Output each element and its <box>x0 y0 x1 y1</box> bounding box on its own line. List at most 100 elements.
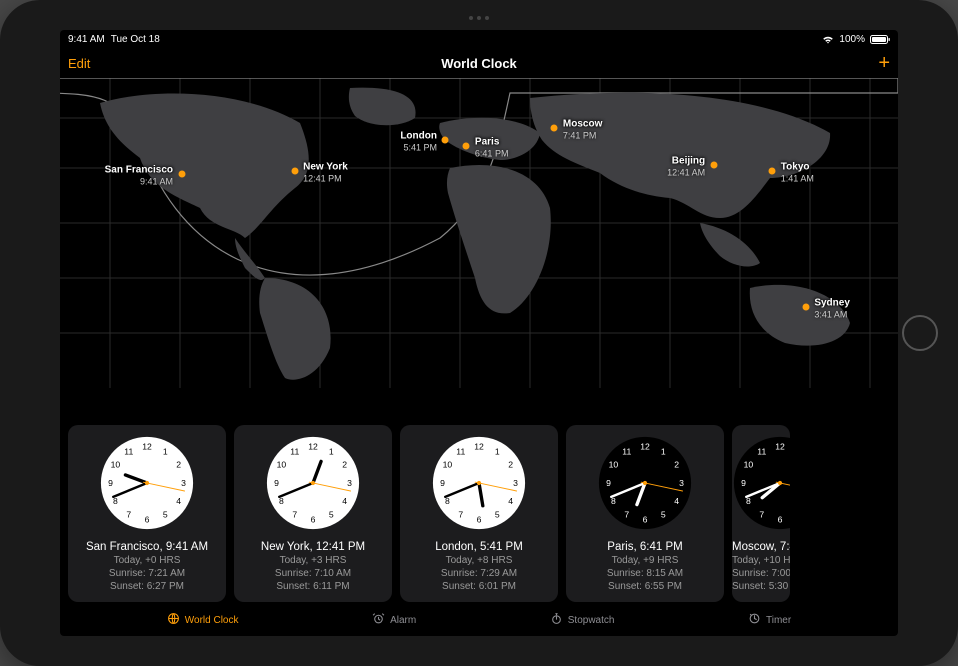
clock-card[interactable]: 123456789101112New York, 12:41 PMToday, … <box>234 425 392 602</box>
clock-sunrise: Sunrise: 7:10 AM <box>275 568 351 579</box>
clock-city-time: New York, 12:41 PM <box>261 541 365 553</box>
pin-city-label: San Francisco <box>105 165 173 176</box>
map-pin-tokyo[interactable]: Tokyo1:41 AM <box>769 168 776 175</box>
pin-city-label: Moscow <box>563 118 602 129</box>
svg-text:2: 2 <box>508 460 513 470</box>
svg-text:9: 9 <box>440 478 445 488</box>
svg-text:5: 5 <box>495 509 500 519</box>
svg-text:7: 7 <box>126 509 131 519</box>
svg-text:1: 1 <box>661 446 666 456</box>
alarm-icon <box>372 612 385 628</box>
svg-text:7: 7 <box>759 509 764 519</box>
pin-dot-icon <box>178 171 185 178</box>
map-pin-paris[interactable]: Paris6:41 PM <box>463 143 470 150</box>
pin-dot-icon <box>710 161 717 168</box>
clock-sunset: Sunset: 6:11 PM <box>276 581 349 592</box>
svg-text:10: 10 <box>111 460 121 470</box>
tab-label: World Clock <box>185 615 239 626</box>
analog-clock-face: 123456789101112 <box>732 435 790 531</box>
analog-clock-face: 123456789101112 <box>99 435 195 531</box>
pin-time-label: 1:41 AM <box>781 174 814 184</box>
tab-stopwatch[interactable]: Stopwatch <box>550 612 615 628</box>
svg-text:3: 3 <box>181 478 186 488</box>
pin-dot-icon <box>463 143 470 150</box>
svg-text:11: 11 <box>757 446 766 456</box>
pin-time-label: 9:41 AM <box>140 177 173 187</box>
svg-text:11: 11 <box>290 446 299 456</box>
clock-offset: Today, +0 HRS <box>114 555 181 566</box>
pin-dot-icon <box>802 304 809 311</box>
stopwatch-icon <box>550 612 563 628</box>
status-time: 9:41 AM <box>68 34 105 45</box>
map-pin-sydney[interactable]: Sydney3:41 AM <box>802 304 809 311</box>
pin-dot-icon <box>291 168 298 175</box>
clock-sunset: Sunset: 6:01 PM <box>442 581 516 592</box>
tab-label: Timer <box>766 615 791 626</box>
pin-time-label: 5:41 PM <box>403 143 437 153</box>
pin-time-label: 3:41 AM <box>814 310 847 320</box>
analog-clock-face: 123456789101112 <box>265 435 361 531</box>
clock-offset: Today, +10 HRS <box>732 555 790 566</box>
add-city-button[interactable]: + <box>878 53 890 73</box>
svg-text:10: 10 <box>609 460 619 470</box>
svg-text:2: 2 <box>176 460 181 470</box>
svg-text:4: 4 <box>508 496 513 506</box>
pin-city-label: London <box>400 131 437 142</box>
svg-text:12: 12 <box>142 441 152 451</box>
map-pin-london[interactable]: London5:41 PM <box>442 137 449 144</box>
tab-alarm[interactable]: Alarm <box>372 612 416 628</box>
svg-text:12: 12 <box>474 441 484 451</box>
world-map[interactable]: San Francisco9:41 AM New York12:41 PM Lond… <box>60 78 898 388</box>
tab-bar: World Clock Alarm Stopwatch Timer <box>60 604 898 636</box>
clock-card[interactable]: 123456789101112San Francisco, 9:41 AMTod… <box>68 425 226 602</box>
svg-text:5: 5 <box>329 509 334 519</box>
ipad-device-frame: 9:41 AM Tue Oct 18 100% Edit World Clock… <box>0 0 958 666</box>
map-pin-sf[interactable]: San Francisco9:41 AM <box>178 171 185 178</box>
wifi-icon <box>822 35 834 44</box>
svg-text:7: 7 <box>458 509 463 519</box>
svg-text:7: 7 <box>624 509 629 519</box>
tab-world[interactable]: World Clock <box>167 612 239 628</box>
svg-text:6: 6 <box>311 514 316 524</box>
edit-button[interactable]: Edit <box>68 56 90 71</box>
svg-text:9: 9 <box>606 478 611 488</box>
screen: 9:41 AM Tue Oct 18 100% Edit World Clock… <box>60 30 898 636</box>
svg-text:6: 6 <box>643 514 648 524</box>
clock-card[interactable]: 123456789101112Paris, 6:41 PMToday, +9 H… <box>566 425 724 602</box>
svg-text:6: 6 <box>477 514 482 524</box>
tab-timer[interactable]: Timer <box>748 612 791 628</box>
svg-text:9: 9 <box>108 478 113 488</box>
svg-text:9: 9 <box>741 478 746 488</box>
clock-sunset: Sunset: 6:27 PM <box>110 581 184 592</box>
timer-icon <box>748 612 761 628</box>
pin-time-label: 12:41 PM <box>303 174 342 184</box>
pin-city-label: Beijing <box>672 155 705 166</box>
map-pin-ny[interactable]: New York12:41 PM <box>291 168 298 175</box>
svg-text:10: 10 <box>277 460 287 470</box>
map-pin-beijing[interactable]: Beijing12:41 AM <box>710 161 717 168</box>
pin-time-label: 6:41 PM <box>475 149 509 159</box>
analog-clock-face: 123456789101112 <box>597 435 693 531</box>
clock-sunrise: Sunrise: 7:29 AM <box>441 568 517 579</box>
pin-city-label: Paris <box>475 137 499 148</box>
svg-text:1: 1 <box>495 446 500 456</box>
status-bar: 9:41 AM Tue Oct 18 100% <box>60 30 898 48</box>
clock-card-scroller[interactable]: 123456789101112San Francisco, 9:41 AMTod… <box>60 425 898 602</box>
svg-text:11: 11 <box>622 446 631 456</box>
pin-time-label: 12:41 AM <box>667 167 705 177</box>
page-title: World Clock <box>441 56 517 71</box>
clock-sunrise: Sunrise: 7:00 AM <box>732 568 790 579</box>
pin-dot-icon <box>769 168 776 175</box>
svg-text:11: 11 <box>456 446 465 456</box>
svg-text:12: 12 <box>308 441 318 451</box>
home-button[interactable] <box>902 315 938 351</box>
clock-card[interactable]: 123456789101112Moscow, 7:41 PMToday, +10… <box>732 425 790 602</box>
svg-text:1: 1 <box>163 446 168 456</box>
map-pin-moscow[interactable]: Moscow7:41 PM <box>551 124 558 131</box>
svg-text:11: 11 <box>124 446 133 456</box>
tab-label: Alarm <box>390 615 416 626</box>
svg-text:9: 9 <box>274 478 279 488</box>
clock-card[interactable]: 123456789101112London, 5:41 PMToday, +8 … <box>400 425 558 602</box>
status-date: Tue Oct 18 <box>111 34 160 45</box>
world-map-svg <box>60 78 898 388</box>
